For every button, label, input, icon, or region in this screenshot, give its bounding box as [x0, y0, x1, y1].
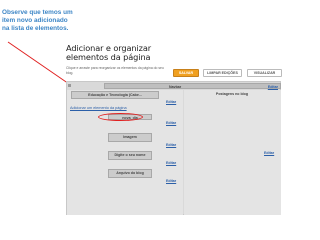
- widget-name[interactable]: Digite o seu nome: [108, 151, 152, 160]
- annotation-line: item novo adicionado: [2, 16, 68, 24]
- layout-canvas: Navbar Editar Educação e Tecnologia (Cab…: [66, 81, 281, 215]
- page-subtitle-2: blog.: [66, 71, 74, 75]
- clear-edits-button[interactable]: LIMPAR EDIÇÕES: [203, 69, 242, 77]
- widget-edit-link[interactable]: Editar: [264, 151, 274, 155]
- widget-title: Postagens no blog: [215, 92, 249, 96]
- navbar-edit-link[interactable]: Editar: [268, 85, 278, 89]
- page-title: Adicionar e organizar elementos da págin…: [66, 43, 152, 62]
- widget-header-education[interactable]: Educação e Tecnologia (Cabe...: [71, 91, 159, 99]
- add-gadget-link[interactable]: Adicionar um elemento da página: [70, 106, 127, 110]
- page-subtitle: Clique e arraste para reorganizar os ele…: [66, 66, 164, 70]
- widget-edit-link[interactable]: Editar: [166, 100, 176, 104]
- widget-edit-link[interactable]: Editar: [166, 121, 176, 125]
- widget-edit-link[interactable]: Editar: [166, 179, 176, 183]
- right-column: Postagens no blog Editar: [184, 90, 281, 215]
- widget-title: Educação e Tecnologia (Cabe...: [88, 93, 142, 97]
- widget-blog-posts[interactable]: Postagens no blog: [187, 91, 277, 99]
- widget-image[interactable]: Imagem: [108, 133, 152, 142]
- widget-title: Imagem: [123, 135, 137, 139]
- widget-edit-link[interactable]: Editar: [166, 143, 176, 147]
- annotation-line: na lista de elementos.: [2, 24, 69, 32]
- preview-button[interactable]: VISUALIZAR: [247, 69, 282, 77]
- page-elements-panel: Adicionar e organizar elementos da págin…: [66, 43, 282, 215]
- save-button[interactable]: SALVAR: [173, 69, 199, 77]
- navbar-widget[interactable]: Navbar Editar: [104, 83, 281, 89]
- new-item-highlight: [98, 113, 143, 121]
- widget-edit-link[interactable]: Editar: [166, 161, 176, 165]
- widget-archive[interactable]: Arquivo do blog: [108, 169, 152, 178]
- drag-handle-icon[interactable]: [68, 84, 71, 87]
- annotation-line: Observe que temos um: [2, 9, 73, 16]
- navbar-label: Navbar: [169, 84, 182, 89]
- annotation-callout: Observe que temos um item novo adicionad…: [2, 9, 74, 32]
- widget-title: Arquivo do blog: [116, 171, 144, 175]
- left-column: Educação e Tecnologia (Cabe... Editar Ad…: [67, 90, 183, 215]
- widget-title: Digite o seu nome: [114, 153, 146, 157]
